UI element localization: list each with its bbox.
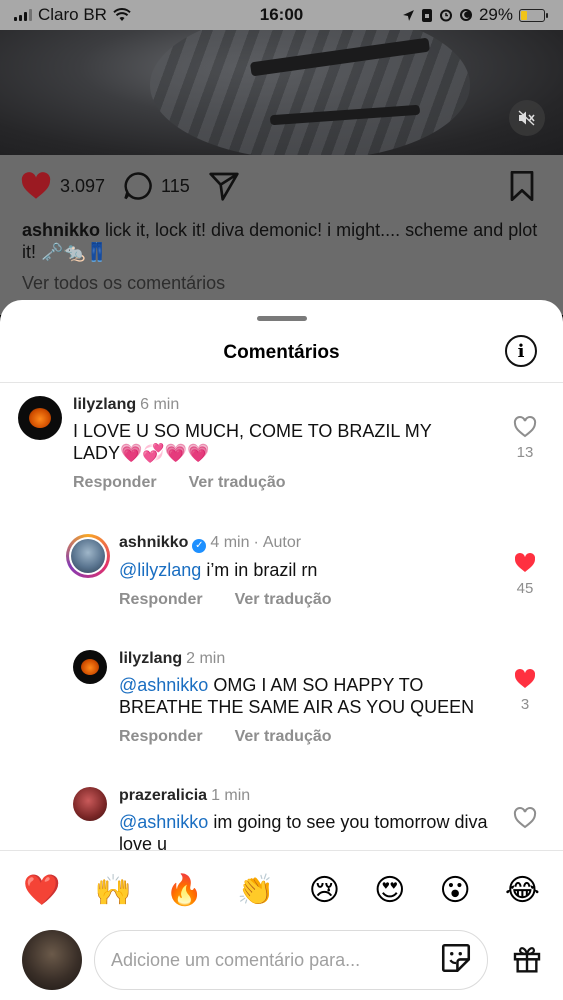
avatar[interactable] [66,534,110,578]
comment-username[interactable]: ashnikko [119,534,188,551]
comment-text: I LOVE U SO MUCH, COME TO BRAZIL MY LADY… [73,421,432,463]
comments-sheet: Comentários i lilyzlang 6 min I LOVE U SO… [0,300,563,1000]
lock-rotation-icon [421,8,432,22]
comment-time: 6 min [140,396,180,413]
avatar[interactable] [73,787,107,821]
likes-count: 3.097 [60,175,106,196]
sticker-icon[interactable] [439,941,473,975]
comments-count: 115 [161,175,190,196]
location-arrow-icon [403,9,414,21]
mention-link[interactable]: @ashnikko [119,812,208,832]
speaker-muted-icon [518,110,535,126]
sheet-title: Comentários [223,342,340,363]
verified-badge-icon: ✓ [192,538,207,553]
comment-username[interactable]: prazeralicia [119,787,207,804]
translate-link[interactable]: Ver tradução [189,474,286,492]
do-not-disturb-icon [459,9,472,21]
comment-input[interactable]: Adicione um comentário para... [94,930,488,990]
heart-filled-icon[interactable] [513,552,537,574]
comment-bubble-icon [124,172,152,200]
bookmark-icon [510,171,534,201]
battery-percent: 29% [478,5,513,24]
emoji-heart-eyes-button[interactable]: 😍 [374,873,405,908]
avatar[interactable] [73,650,107,684]
avatar[interactable] [22,930,82,990]
heart-outline-icon[interactable] [513,416,537,438]
wifi-icon [113,8,131,21]
send-icon [209,172,239,201]
post-caption: ashnikko lick it, lock it! diva demonic!… [0,201,563,263]
see-all-comments-link[interactable]: Ver todos os comentários [0,263,563,294]
divider [0,382,563,383]
translate-link[interactable]: Ver tradução [235,728,332,746]
emoji-crying-button[interactable]: 😢 [309,873,340,908]
alarm-icon [439,9,452,22]
comment-like-count: 45 [516,580,534,597]
battery-icon [519,8,548,22]
pumpkin-icon [81,659,99,675]
reply-link[interactable]: Responder [119,728,203,746]
mute-button[interactable] [509,100,545,136]
heart-outline-icon[interactable] [513,807,537,829]
post-video[interactable] [0,30,563,155]
emoji-heart-button[interactable]: ❤️ [23,873,60,908]
reply-link[interactable]: Responder [119,591,203,609]
comment-username[interactable]: lilyzlang [73,396,136,413]
emoji-fire-button[interactable]: 🔥 [166,873,203,908]
heart-filled-icon[interactable] [513,668,537,690]
share-action[interactable] [208,171,240,201]
reply-link[interactable]: Responder [73,474,157,492]
comment-like-count: 13 [516,444,534,461]
comment-username[interactable]: lilyzlang [119,650,182,667]
emoji-laughing-button[interactable]: 😂 [505,873,540,908]
mention-link[interactable]: @ashnikko [119,675,208,695]
emoji-bar: ❤️ 🙌 🔥 👏 😢 😍 😮 😂 [0,850,563,930]
emoji-raised-hands-button[interactable]: 🙌 [94,873,131,908]
comment-like-count: 3 [520,696,530,713]
info-icon[interactable]: i [505,335,537,367]
translate-link[interactable]: Ver tradução [235,591,332,609]
comment-action[interactable]: 115 [123,171,190,201]
clock: 16:00 [259,5,304,24]
comment-time: 4 min [210,534,250,551]
signal-icon [14,9,32,21]
caption-username[interactable]: ashnikko [22,220,100,240]
emoji-clap-button[interactable]: 👏 [237,873,274,908]
avatar[interactable] [18,396,62,440]
post-details: 3.097 115 ashnikko lick it, lock it! div… [0,155,563,315]
comment-time: 2 min [186,650,226,667]
like-action[interactable]: 3.097 [20,172,105,200]
save-action[interactable] [509,171,535,201]
caption-text: lick it, lock it! diva demonic! i might.… [22,220,538,262]
comment-text: i’m in brazil rn [201,559,318,580]
emoji-surprised-button[interactable]: 😮 [440,873,471,908]
gift-icon[interactable] [511,942,543,974]
heart-filled-icon [21,172,51,199]
comment-input-placeholder: Adicione um comentário para... [111,949,361,970]
mention-link[interactable]: @lilyzlang [119,560,201,580]
comment-time: 1 min [211,787,251,804]
pumpkin-icon [29,408,51,428]
author-badge: Autor [262,534,302,551]
comment-composer: Adicione um comentário para... [0,928,563,1000]
status-bar: Claro BR 16:00 29% [0,0,563,30]
sheet-grabber[interactable] [257,316,307,321]
carrier-label: Claro BR [38,5,107,24]
